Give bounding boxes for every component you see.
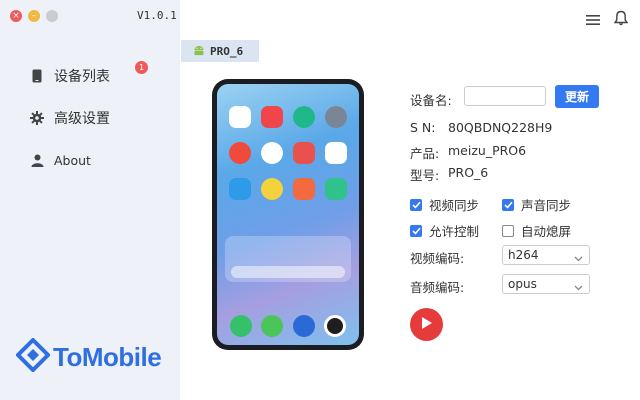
checkbox-label: 视频同步 [429,198,480,213]
sn-label: S N: [410,120,436,135]
app-icon [292,315,315,337]
model-value: PRO_6 [448,165,489,180]
sn-value: 80QBDNQ228H9 [448,120,553,135]
device-tab[interactable]: PRO_6 [181,40,259,62]
app-dock [225,315,351,337]
sidebar-item-advanced-settings[interactable]: 高级设置 [0,97,180,139]
sidebar-item-label: 设备列表 [54,69,110,85]
play-icon [421,315,433,334]
app-icon [229,106,251,128]
logo-text: ToMobile [53,341,162,372]
auto-screen-off-checkbox[interactable]: 自动熄屏 [502,221,571,240]
audio-codec-label: 音频编码: [410,280,465,295]
app-icon [261,142,283,164]
product-value: meizu_PRO6 [448,143,527,158]
minimize-window-button[interactable]: – [28,10,40,22]
window-controls: × – [10,10,58,22]
sidebar-item-device-list[interactable]: 设备列表 1 [0,55,180,97]
chevron-down-icon [574,280,583,294]
checkbox-checked-icon [410,198,422,211]
app-icon [325,142,347,164]
checkbox-checked-icon [410,224,422,237]
home-search-bar [231,266,345,278]
phone-screen [217,84,359,345]
gear-icon [30,111,44,125]
app-icon [293,106,315,128]
product-label: 产品: [410,146,440,161]
audio-sync-checkbox[interactable]: 声音同步 [502,195,571,214]
sidebar-item-label: About [54,152,91,168]
checkbox-label: 自动熄屏 [521,224,572,239]
select-value: h264 [508,248,539,262]
device-screen-preview[interactable] [212,79,364,350]
video-sync-checkbox[interactable]: 视频同步 [410,195,479,214]
close-icon: × [12,10,20,21]
device-name-label: 设备名: [410,93,452,108]
hamburger-menu-icon[interactable] [586,11,600,30]
sidebar-nav: 设备列表 1 高级设置 About [0,55,180,181]
audio-codec-select[interactable]: opus [502,274,590,294]
logo-icon [15,337,51,376]
app-icon [293,142,315,164]
model-label: 型号: [410,168,440,183]
device-tab-label: PRO_6 [210,44,244,58]
video-codec-select[interactable]: h264 [502,245,590,265]
sidebar-item-label: 高级设置 [54,111,110,127]
allow-control-checkbox[interactable]: 允许控制 [410,221,479,240]
app-icon [261,106,283,128]
video-codec-label: 视频编码: [410,251,465,266]
app-icon [261,315,284,337]
refresh-button[interactable]: 更新 [555,85,599,108]
sidebar-item-about[interactable]: About [0,139,180,181]
bell-icon[interactable] [613,10,629,30]
checkbox-unchecked-icon [502,224,514,237]
app-icon [325,178,347,200]
notification-badge: 1 [135,61,148,74]
app-grid [224,106,352,200]
app-icon [325,106,347,128]
app-icon [229,315,252,337]
app-logo: ToMobile [15,337,162,376]
app-icon [229,142,251,164]
sidebar: × – V1.0.1 设备列表 1 高级设置 About ToMobile [0,0,180,400]
select-value: opus [508,277,537,291]
header-actions [586,10,629,30]
android-icon [193,44,210,59]
checkbox-checked-icon [502,198,514,211]
chevron-down-icon [574,251,583,265]
phone-icon [30,69,44,83]
app-version: V1.0.1 [137,9,177,22]
device-name-input[interactable] [464,86,546,106]
start-mirroring-button[interactable] [410,308,443,341]
close-window-button[interactable]: × [10,10,22,22]
app-icon [324,315,347,337]
user-icon [30,153,44,167]
maximize-window-button[interactable] [46,10,58,22]
checkbox-label: 允许控制 [429,224,480,239]
checkbox-label: 声音同步 [521,198,572,213]
app-icon [293,178,315,200]
app-icon [261,178,283,200]
minimize-icon: – [31,10,37,21]
app-icon [229,178,251,200]
